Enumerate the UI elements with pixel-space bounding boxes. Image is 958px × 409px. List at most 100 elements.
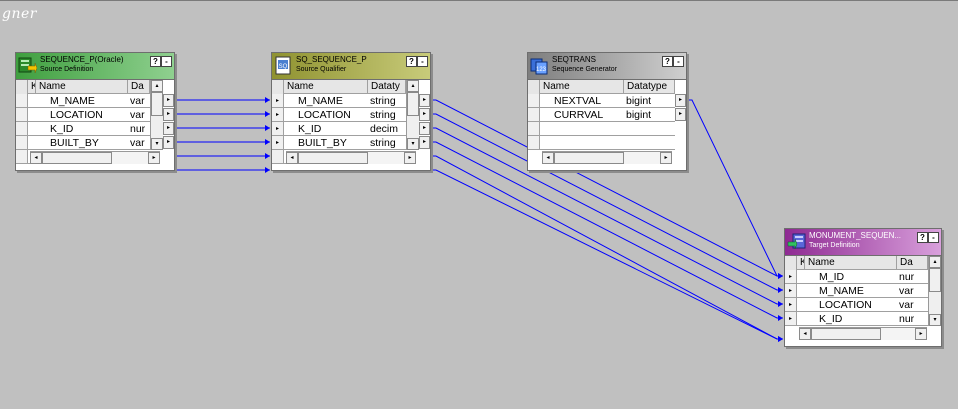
port-datatype[interactable]: string [370, 108, 406, 122]
output-port-arrow[interactable]: ▸ [163, 94, 174, 107]
output-port-arrow[interactable]: ▸ [675, 108, 686, 121]
horizontal-scrollbar[interactable]: ◂ ▸ [542, 151, 672, 164]
scroll-down-button[interactable]: ▾ [151, 138, 163, 150]
scroll-right-button[interactable]: ▸ [660, 152, 672, 164]
scroll-left-button[interactable]: ◂ [799, 328, 811, 340]
port-name[interactable]: LOCATION [50, 108, 130, 122]
port-datatype[interactable]: decim [370, 122, 406, 136]
port-datatype[interactable]: string [370, 94, 406, 108]
horizontal-scrollbar[interactable]: ◂ ▸ [30, 151, 160, 164]
port-name[interactable]: K_ID [50, 122, 130, 136]
port-datatype[interactable]: bigint [626, 108, 675, 122]
help-button[interactable]: ? [150, 56, 161, 67]
sequence-generator-transform[interactable]: 123 SEQTRANS Sequence Generator ? - Name… [527, 52, 687, 171]
port-row[interactable]: ▸ M_ID nur [785, 270, 941, 284]
port-name[interactable]: M_ID [819, 270, 899, 284]
help-button[interactable]: ? [917, 232, 928, 243]
minimize-button[interactable]: - [417, 56, 428, 67]
column-header-name[interactable]: Name [284, 80, 368, 94]
scroll-thumb[interactable] [407, 92, 419, 116]
horizontal-scrollbar[interactable]: ◂ ▸ [286, 151, 416, 164]
scroll-right-button[interactable]: ▸ [915, 328, 927, 340]
port-datatype[interactable]: var [899, 284, 928, 298]
output-port-arrow[interactable]: ▸ [419, 136, 430, 149]
row-header[interactable] [528, 108, 540, 122]
output-port-arrow[interactable]: ▸ [419, 122, 430, 135]
row-header[interactable] [16, 122, 28, 136]
source-qualifier-transform[interactable]: SQ SQ_SEQUENCE_P Source Qualifier ? - Na… [271, 52, 431, 171]
column-header-type[interactable]: Da [897, 256, 928, 270]
minimize-button[interactable]: - [161, 56, 172, 67]
help-button[interactable]: ? [406, 56, 417, 67]
sequence-generator-header[interactable]: 123 SEQTRANS Sequence Generator ? - [528, 53, 686, 80]
port-datatype[interactable]: var [130, 94, 150, 108]
column-header-key[interactable]: K [28, 80, 36, 94]
column-header-name[interactable]: Name [36, 80, 128, 94]
scroll-left-button[interactable]: ◂ [30, 152, 42, 164]
source-definition-transform[interactable]: SEQUENCE_P(Oracle) Source Definition ? -… [15, 52, 175, 171]
scroll-thumb[interactable] [929, 268, 941, 292]
scroll-left-button[interactable]: ◂ [542, 152, 554, 164]
port-name[interactable]: BUILT_BY [298, 136, 370, 150]
output-port-arrow[interactable]: ▸ [163, 136, 174, 149]
vertical-scrollbar[interactable]: ▴ ▾ [406, 80, 419, 150]
port-row[interactable]: ▸ K_ID nur [785, 312, 941, 326]
port-row[interactable]: CURRVAL bigint ▸ [528, 108, 686, 122]
input-port-arrow[interactable]: ▸ [785, 298, 797, 312]
scroll-thumb[interactable] [42, 152, 112, 164]
sequence-to-target-link[interactable] [688, 99, 783, 277]
row-header[interactable] [528, 94, 540, 108]
port-row[interactable]: ▸ LOCATION var [785, 298, 941, 312]
scroll-thumb[interactable] [298, 152, 368, 164]
input-port-arrow[interactable]: ▸ [785, 270, 797, 284]
port-datatype[interactable]: var [130, 108, 150, 122]
mapping-designer-canvas[interactable]: gner SEQUENCE_P(Oracle) Source Definitio… [0, 0, 958, 409]
source-definition-header[interactable]: SEQUENCE_P(Oracle) Source Definition ? - [16, 53, 174, 80]
port-name[interactable]: NEXTVAL [554, 94, 626, 108]
target-definition-transform[interactable]: MONUMENT_SEQUEN... Target Definition ? -… [784, 228, 942, 347]
port-name[interactable]: BUILT_BY [50, 136, 130, 150]
port-name[interactable]: K_ID [819, 312, 899, 326]
row-header[interactable] [528, 122, 540, 136]
vertical-scrollbar[interactable]: ▴ ▾ [150, 80, 163, 150]
scroll-up-button[interactable]: ▴ [407, 80, 419, 92]
port-name[interactable]: M_NAME [50, 94, 130, 108]
target-definition-header[interactable]: MONUMENT_SEQUEN... Target Definition ? - [785, 229, 941, 256]
empty-row[interactable] [528, 122, 686, 136]
scroll-thumb[interactable] [554, 152, 624, 164]
row-header[interactable] [16, 108, 28, 122]
scroll-left-button[interactable]: ◂ [286, 152, 298, 164]
port-datatype[interactable]: bigint [626, 94, 675, 108]
output-port-arrow[interactable]: ▸ [675, 94, 686, 107]
input-port-arrow[interactable]: ▸ [272, 94, 284, 108]
row-header[interactable] [528, 136, 540, 150]
row-header[interactable] [16, 150, 28, 164]
minimize-button[interactable]: - [928, 232, 939, 243]
scroll-right-button[interactable]: ▸ [148, 152, 160, 164]
port-datatype[interactable]: nur [130, 122, 150, 136]
input-port-arrow[interactable]: ▸ [785, 312, 797, 326]
input-port-arrow[interactable]: ▸ [272, 108, 284, 122]
port-datatype[interactable]: var [130, 136, 150, 150]
row-header[interactable] [16, 136, 28, 150]
source-qualifier-header[interactable]: SQ SQ_SEQUENCE_P Source Qualifier ? - [272, 53, 430, 80]
port-name[interactable]: M_NAME [819, 284, 899, 298]
column-header-name[interactable]: Name [540, 80, 624, 94]
input-port-arrow[interactable]: ▸ [272, 136, 284, 150]
scroll-down-button[interactable]: ▾ [929, 314, 941, 326]
port-name[interactable]: K_ID [298, 122, 370, 136]
port-name[interactable]: CURRVAL [554, 108, 626, 122]
scroll-thumb[interactable] [811, 328, 881, 340]
port-name[interactable]: M_NAME [298, 94, 370, 108]
output-port-arrow[interactable]: ▸ [419, 108, 430, 121]
output-port-arrow[interactable]: ▸ [163, 122, 174, 135]
port-row[interactable]: ▸ M_NAME var [785, 284, 941, 298]
scroll-up-button[interactable]: ▴ [151, 80, 163, 92]
scroll-down-button[interactable]: ▾ [407, 138, 419, 150]
column-header-type[interactable]: Da [128, 80, 150, 94]
column-header-key[interactable]: K [797, 256, 805, 270]
scroll-right-button[interactable]: ▸ [404, 152, 416, 164]
port-datatype[interactable]: nur [899, 312, 928, 326]
column-header-name[interactable]: Name [805, 256, 897, 270]
vertical-scrollbar[interactable]: ▴ ▾ [928, 256, 941, 326]
